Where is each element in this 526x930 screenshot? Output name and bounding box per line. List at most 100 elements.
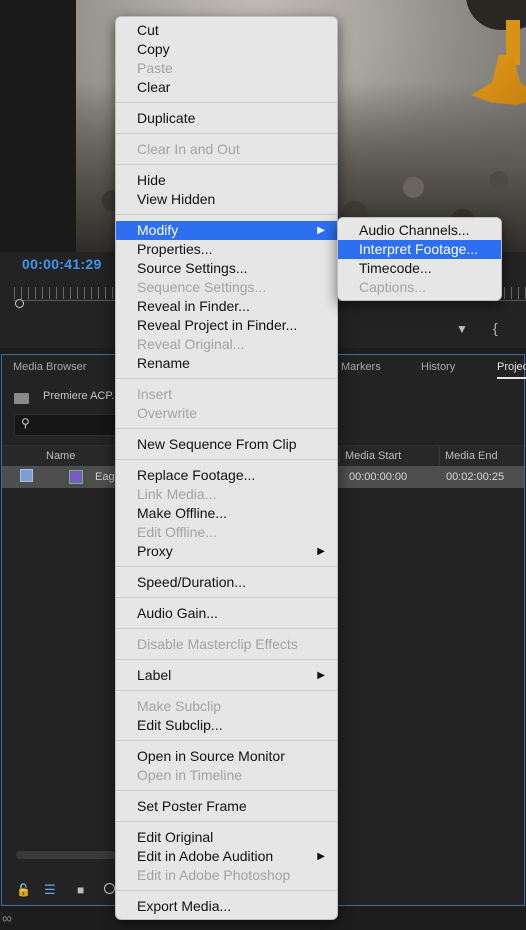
submenu-item-interpret-footage[interactable]: Interpret Footage...: [338, 240, 501, 259]
menu-item-label: Properties...: [137, 241, 213, 257]
menu-item-label: Hide: [137, 172, 166, 188]
clip-icon: [69, 470, 83, 484]
menu-item-label: Rename: [137, 355, 190, 371]
menu-item-view-hidden[interactable]: View Hidden: [116, 190, 337, 209]
playhead-timecode[interactable]: 00:00:41:29: [22, 256, 102, 272]
label-color-swatch[interactable]: [20, 469, 33, 482]
menu-separator: [116, 214, 337, 215]
menu-item-label: Edit in Adobe Audition: [137, 848, 274, 864]
cell-media-end: 00:02:00:25: [446, 471, 505, 483]
menu-item-audio-gain[interactable]: Audio Gain...: [116, 604, 337, 623]
clip-name[interactable]: Eagl: [95, 471, 117, 483]
menu-separator: [116, 659, 337, 660]
menu-item-edit-subclip[interactable]: Edit Subclip...: [116, 716, 337, 735]
menu-item-label: Cut: [137, 22, 159, 38]
menu-item-reveal-original: Reveal Original...: [116, 335, 337, 354]
menu-item-label: Speed/Duration...: [137, 574, 246, 590]
lock-icon[interactable]: 🔓: [16, 883, 31, 897]
submenu-arrow-icon: ▶: [317, 851, 325, 862]
submenu-arrow-icon: ▶: [317, 225, 325, 236]
menu-item-label: Label: [137, 667, 172, 683]
menu-item-label: Modify: [137, 222, 179, 238]
menu-item-clear-in-and-out: Clear In and Out: [116, 140, 337, 159]
column-header-media-end[interactable]: Media End: [445, 450, 498, 462]
menu-item-copy[interactable]: Copy: [116, 40, 337, 59]
menu-item-paste: Paste: [116, 59, 337, 78]
playhead-handle[interactable]: [15, 299, 24, 308]
menu-item-link-media: Link Media...: [116, 485, 337, 504]
menu-item-label: Reveal Project in Finder...: [137, 317, 298, 333]
menu-item-label: Link Media...: [137, 486, 217, 502]
project-folder-icon: [14, 393, 29, 404]
creative-cloud-icon[interactable]: ∞: [2, 910, 12, 926]
menu-item-label: Clear In and Out: [137, 141, 240, 157]
menu-item-reveal-in-finder[interactable]: Reveal in Finder...: [116, 297, 337, 316]
tab-project[interactable]: Projec: [497, 361, 526, 373]
menu-item-proxy[interactable]: Proxy ▶: [116, 542, 337, 561]
menu-item-label: Edit Original: [137, 829, 214, 845]
submenu-item-timecode[interactable]: Timecode...: [338, 259, 501, 278]
menu-separator: [116, 740, 337, 741]
menu-item-hide[interactable]: Hide: [116, 171, 337, 190]
menu-item-label[interactable]: Label ▶: [116, 666, 337, 685]
tab-media-browser[interactable]: Media Browser: [13, 361, 86, 373]
menu-item-overwrite: Overwrite: [116, 404, 337, 423]
tab-history[interactable]: History: [421, 361, 455, 373]
menu-item-label: Edit Offline...: [137, 524, 217, 540]
submenu-arrow-icon: ▶: [317, 670, 325, 681]
monitor-letterbox: [0, 0, 76, 252]
menu-item-label: Duplicate: [137, 110, 196, 126]
menu-item-label: Interpret Footage...: [359, 241, 479, 257]
menu-item-edit-original[interactable]: Edit Original: [116, 828, 337, 847]
menu-item-label: Overwrite: [137, 405, 197, 421]
menu-item-export-media[interactable]: Export Media...: [116, 897, 337, 916]
menu-item-label: Reveal in Finder...: [137, 298, 250, 314]
menu-item-modify[interactable]: Modify ▶: [116, 221, 337, 240]
menu-item-make-offline[interactable]: Make Offline...: [116, 504, 337, 523]
submenu-item-audio-channels[interactable]: Audio Channels...: [338, 221, 501, 240]
context-menu: Cut Copy Paste Clear Duplicate Clear In and O…: [115, 16, 338, 920]
column-header-media-start[interactable]: Media Start: [345, 450, 401, 462]
menu-item-clear[interactable]: Clear: [116, 78, 337, 97]
menu-item-speed-duration[interactable]: Speed/Duration...: [116, 573, 337, 592]
menu-item-open-in-timeline: Open in Timeline: [116, 766, 337, 785]
column-header-name[interactable]: Name: [46, 450, 75, 462]
menu-item-set-poster-frame[interactable]: Set Poster Frame: [116, 797, 337, 816]
search-input[interactable]: [14, 414, 126, 436]
menu-item-label: Audio Gain...: [137, 605, 218, 621]
menu-item-cut[interactable]: Cut: [116, 21, 337, 40]
active-tab-indicator: [497, 377, 526, 379]
menu-item-duplicate[interactable]: Duplicate: [116, 109, 337, 128]
menu-item-replace-footage[interactable]: Replace Footage...: [116, 466, 337, 485]
mark-in-icon[interactable]: {: [493, 320, 498, 336]
add-marker-icon[interactable]: ▼: [456, 322, 468, 336]
icon-view-icon[interactable]: ■: [77, 883, 84, 897]
menu-item-label: Sequence Settings...: [137, 279, 267, 295]
menu-separator: [116, 597, 337, 598]
menu-item-open-in-source-monitor[interactable]: Open in Source Monitor: [116, 747, 337, 766]
menu-item-new-sequence-from-clip[interactable]: New Sequence From Clip: [116, 435, 337, 454]
menu-item-label: Disable Masterclip Effects: [137, 636, 298, 652]
horizontal-scrollbar[interactable]: [16, 851, 116, 859]
menu-item-rename[interactable]: Rename: [116, 354, 337, 373]
menu-separator: [116, 566, 337, 567]
menu-item-label: Make Subclip: [137, 698, 222, 714]
zoom-slider-handle[interactable]: [104, 883, 115, 894]
column-divider[interactable]: [439, 447, 440, 465]
menu-item-label: Proxy: [137, 543, 173, 559]
menu-item-label: Paste: [137, 60, 173, 76]
menu-separator: [116, 164, 337, 165]
menu-item-sequence-settings: Sequence Settings...: [116, 278, 337, 297]
modify-submenu: Audio Channels... Interpret Footage... Tim…: [337, 217, 502, 301]
menu-item-properties[interactable]: Properties...: [116, 240, 337, 259]
menu-item-label: Make Offline...: [137, 505, 228, 521]
menu-item-edit-in-adobe-audition[interactable]: Edit in Adobe Audition ▶: [116, 847, 337, 866]
menu-separator: [116, 890, 337, 891]
menu-item-source-settings[interactable]: Source Settings...: [116, 259, 337, 278]
list-view-icon[interactable]: ☰: [44, 882, 56, 898]
column-divider[interactable]: [339, 447, 340, 465]
menu-item-edit-offline: Edit Offline...: [116, 523, 337, 542]
menu-item-label: Set Poster Frame: [137, 798, 247, 814]
tab-markers[interactable]: Markers: [341, 361, 381, 373]
menu-item-reveal-project-in-finder[interactable]: Reveal Project in Finder...: [116, 316, 337, 335]
